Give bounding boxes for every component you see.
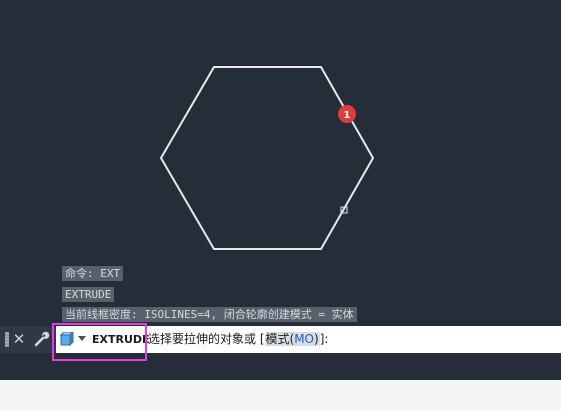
step-marker: 1 [338,105,356,123]
prompt-end: ]: [319,332,329,346]
hexagon-shape[interactable] [159,66,375,250]
prompt-text: 选择要拉伸的对象或 [ [148,332,265,346]
wrench-icon[interactable] [33,330,51,348]
history-line-isolines: 当前线框密度: ISOLINES=4, 闭合轮廓创建模式 = 实体 [62,307,357,322]
step-marker-label: 1 [344,110,351,121]
option-key: MO [294,332,314,346]
command-line-controls: ✕ [0,326,56,353]
history-line-command: 命令: EXT [62,266,124,281]
highlight-annotation-box [52,323,147,361]
history-line-extrude: EXTRUDE [62,287,115,302]
command-prompt: 选择要拉伸的对象或 [模式(MO)]: [148,326,328,353]
option-close: ) [314,332,319,346]
drag-handle[interactable] [5,332,9,347]
option-mode[interactable]: 模式(MO) [264,332,320,346]
option-label: 模式( [265,332,295,346]
close-icon[interactable]: ✕ [12,329,26,349]
status-strip [0,380,561,411]
